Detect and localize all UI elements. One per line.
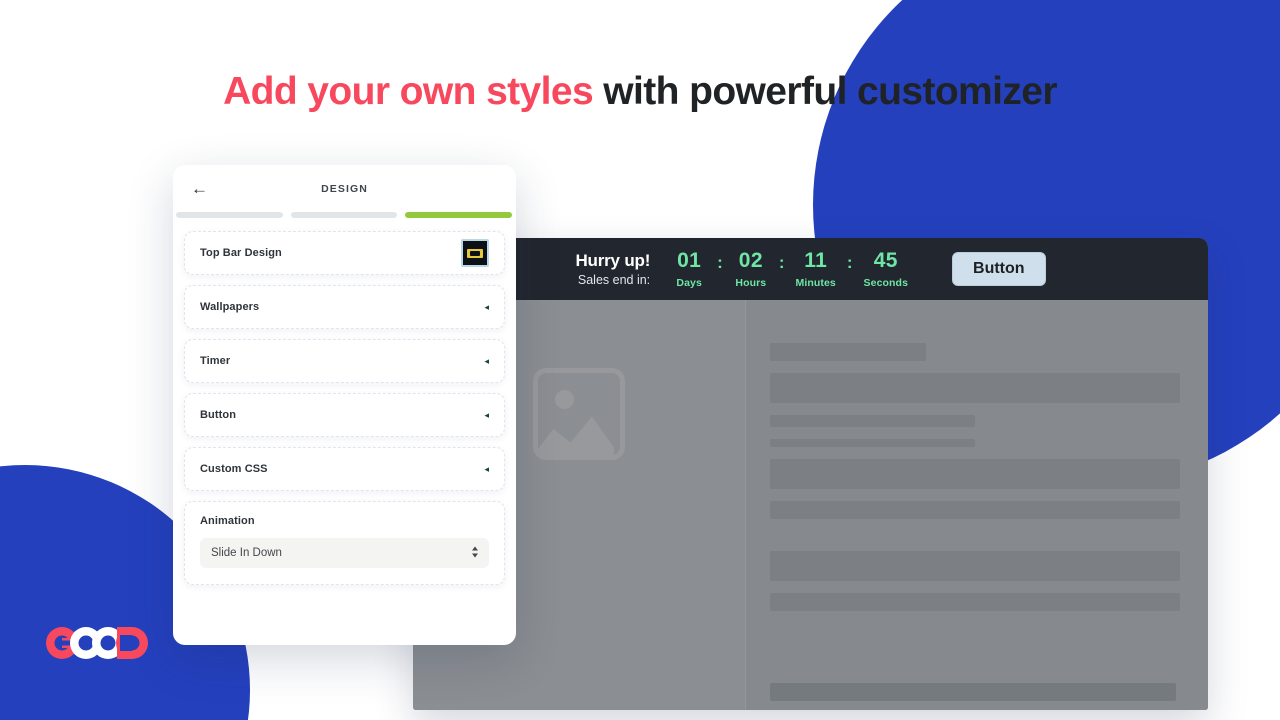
panel-header: ← DESIGN	[173, 165, 516, 212]
timer-hours-label: Hours	[735, 276, 767, 289]
mockup-content	[413, 300, 1208, 710]
timer-unit-days: 01 Days	[672, 250, 706, 289]
setting-animation: Animation Slide In DownSlide In UpFade I…	[184, 501, 505, 585]
settings-list: Top Bar Design Wallpapers ◂ Timer ◂ Butt…	[173, 218, 516, 645]
image-placeholder-icon	[533, 368, 625, 460]
headline-accent: Add your own styles	[223, 70, 594, 113]
timer-seconds-label: Seconds	[863, 276, 909, 289]
headline-rest: with powerful customizer	[593, 70, 1057, 113]
setting-label: Wallpapers	[200, 301, 260, 313]
skeleton-bar	[770, 439, 975, 447]
timer-unit-seconds: 45 Seconds	[864, 250, 908, 289]
skeleton-bar	[770, 459, 1180, 489]
setting-timer[interactable]: Timer ◂	[184, 339, 505, 383]
setting-label: Button	[200, 409, 237, 421]
setting-label: Top Bar Design	[200, 247, 282, 259]
animation-select[interactable]: Slide In DownSlide In UpFade InBounce In…	[200, 538, 489, 568]
website-preview-mockup: Hurry up! Sales end in: 01 Days : 02 Hou…	[413, 238, 1208, 710]
countdown-subline: Sales end in:	[577, 272, 651, 287]
timer-separator: :	[778, 252, 785, 272]
topbar-cta-button[interactable]: Button	[952, 252, 1046, 286]
chevron-left-icon[interactable]: ◂	[484, 410, 489, 420]
top-bar-design-thumbnail[interactable]	[461, 239, 489, 267]
image-placeholder-sun	[555, 390, 574, 409]
design-customizer-panel: ← DESIGN Top Bar Design Wallpapers ◂ Tim…	[173, 165, 516, 645]
setting-custom-css[interactable]: Custom CSS ◂	[184, 447, 505, 491]
skeleton-bar	[770, 683, 1176, 701]
skeleton-bar	[770, 551, 1180, 581]
timer-unit-hours: 02 Hours	[734, 250, 768, 289]
skeleton-bar	[770, 373, 1180, 403]
chevron-left-icon[interactable]: ◂	[484, 356, 489, 366]
skeleton-bar	[770, 343, 926, 361]
animation-label: Animation	[200, 515, 255, 527]
skeleton-bar	[770, 415, 975, 427]
setting-label: Timer	[200, 355, 231, 367]
chevron-left-icon[interactable]: ◂	[484, 302, 489, 312]
logo-letter-d	[116, 627, 148, 659]
mockup-text-column	[746, 300, 1208, 710]
timer-unit-minutes: 11 Minutes	[796, 250, 836, 289]
countdown-timer: 01 Days : 02 Hours : 11 Minutes : 45 Sec…	[672, 250, 908, 289]
setting-top-bar-design[interactable]: Top Bar Design	[184, 231, 505, 275]
chevron-left-icon[interactable]: ◂	[484, 464, 489, 474]
timer-hours-value: 02	[738, 248, 763, 272]
timer-days-label: Days	[676, 276, 702, 289]
timer-days-value: 01	[677, 248, 702, 272]
good-logo	[46, 627, 148, 659]
skeleton-bar	[770, 501, 1180, 519]
page-title: Add your own styles with powerful custom…	[0, 64, 1280, 120]
timer-separator: :	[846, 252, 853, 272]
timer-separator: :	[717, 252, 723, 272]
image-placeholder-mountain	[538, 416, 614, 455]
skeleton-bar	[770, 593, 1180, 611]
timer-seconds-value: 45	[873, 248, 898, 272]
panel-title: DESIGN	[321, 182, 368, 195]
countdown-top-bar: Hurry up! Sales end in: 01 Days : 02 Hou…	[413, 238, 1208, 300]
timer-minutes-value: 11	[804, 248, 828, 272]
setting-label: Custom CSS	[200, 463, 268, 475]
setting-wallpapers[interactable]: Wallpapers ◂	[184, 285, 505, 329]
timer-minutes-label: Minutes	[795, 276, 836, 289]
countdown-message: Hurry up! Sales end in:	[575, 251, 650, 287]
setting-button[interactable]: Button ◂	[184, 393, 505, 437]
countdown-headline: Hurry up!	[575, 251, 651, 271]
